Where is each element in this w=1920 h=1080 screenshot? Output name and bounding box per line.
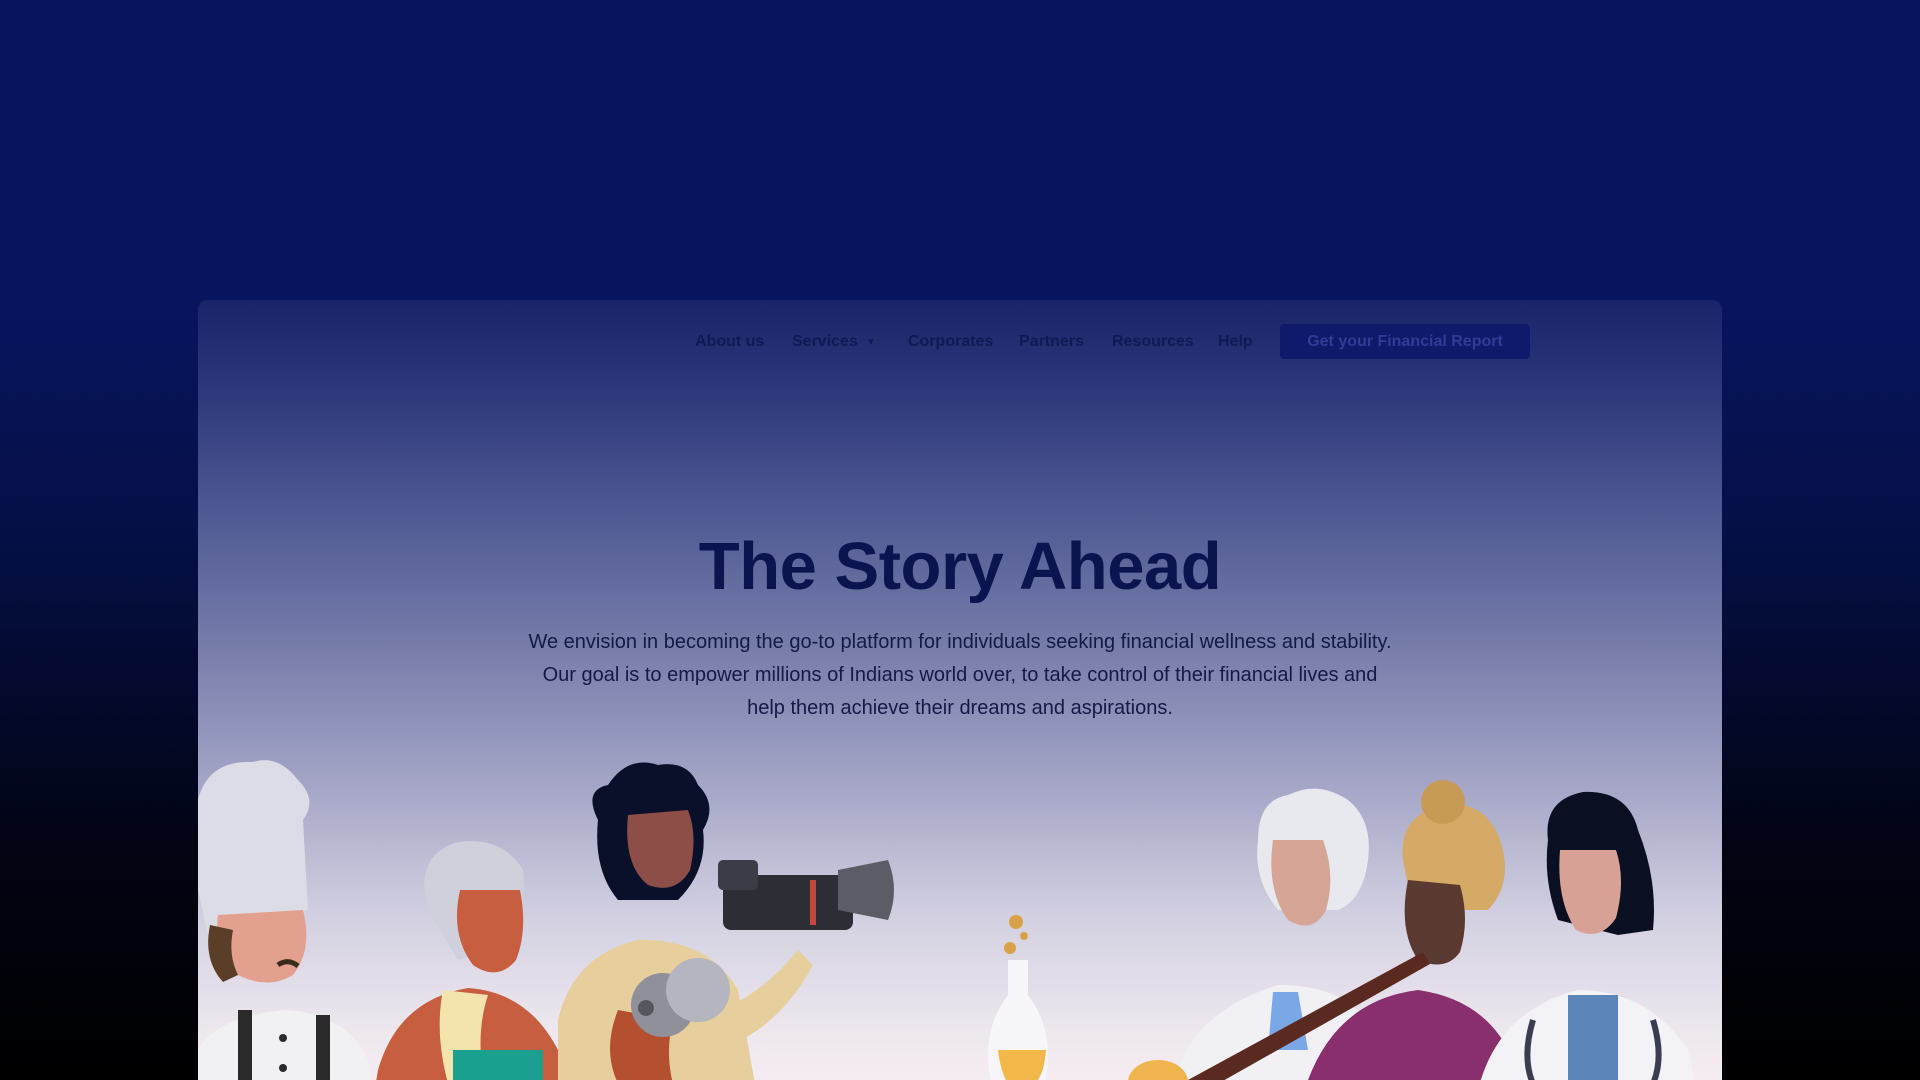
nav-partners[interactable]: Partners — [1019, 333, 1084, 351]
get-financial-report-button[interactable]: Get your Financial Report — [1280, 324, 1530, 359]
page-title: The Story Ahead — [698, 529, 1222, 604]
chef-figure — [198, 760, 371, 1080]
people-illustration — [198, 760, 1694, 1080]
hero-card: About us Services ▼ Corporates Partners … — [198, 300, 1722, 1080]
nav-help[interactable]: Help — [1218, 333, 1253, 351]
hero-description: We envision in becoming the go-to platfo… — [528, 631, 1392, 719]
photographer-figure — [558, 762, 894, 1080]
nav-resources[interactable]: Resources — [1112, 333, 1194, 351]
elderly-woman-figure — [376, 841, 564, 1080]
nav-services-label: Services — [792, 333, 858, 350]
nav-corporates[interactable]: Corporates — [908, 333, 993, 351]
doctor-figure — [1480, 791, 1694, 1080]
nav-about-us[interactable]: About us — [695, 333, 764, 351]
flask-icon — [988, 915, 1048, 1080]
nav-services[interactable]: Services ▼ — [792, 333, 876, 351]
chevron-down-icon: ▼ — [865, 336, 876, 348]
top-navigation: About us Services ▼ Corporates Partners … — [198, 324, 1722, 360]
